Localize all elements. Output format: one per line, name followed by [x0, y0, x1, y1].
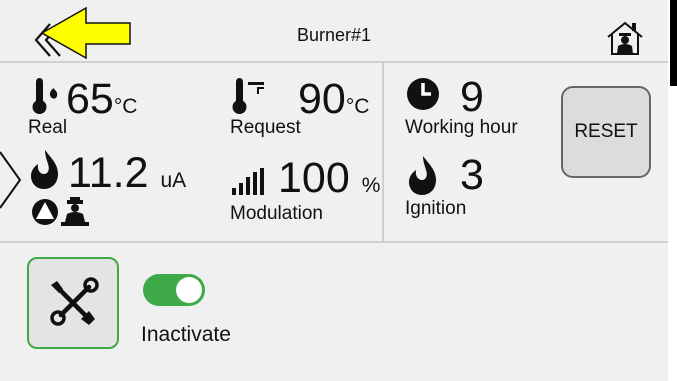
side-chevron-icon — [0, 150, 22, 215]
modulation-unit: % — [361, 174, 381, 197]
modulation-value: 100 % — [278, 157, 380, 200]
request-temp-number: 90 — [298, 75, 346, 123]
request-label: Request — [230, 117, 301, 138]
ignition-value: 3 — [460, 151, 484, 199]
signal-bars-icon — [230, 168, 266, 201]
thermometer-radiator-icon — [230, 76, 270, 121]
home-chimney-sweep-icon[interactable] — [606, 20, 644, 61]
stats-divider — [382, 62, 384, 242]
chimney-sweep-icon — [61, 196, 89, 233]
edge-marker — [670, 0, 677, 86]
flame-current-value: 11.2 uA — [68, 152, 186, 195]
reset-button[interactable]: RESET — [561, 86, 651, 178]
modulation-label: Modulation — [230, 203, 323, 224]
real-label: Real — [28, 117, 68, 138]
real-temp-unit: °C — [113, 95, 138, 118]
working-hour-value: 9 — [460, 73, 484, 121]
toggle-knob — [176, 277, 202, 303]
tools-button[interactable] — [27, 257, 119, 349]
clock-icon — [405, 76, 441, 117]
flame-current-unit: uA — [160, 169, 187, 192]
flame-current-number: 11.2 — [68, 149, 149, 197]
section-divider — [0, 241, 668, 243]
wrench-screwdriver-icon — [50, 277, 99, 326]
working-hour-label: Working hour — [405, 117, 518, 138]
real-temp-value: 65°C — [66, 78, 137, 121]
thermometer-flame-icon — [30, 76, 66, 121]
pump-icon — [30, 197, 60, 232]
ignition-flame-icon — [406, 154, 438, 201]
request-temp-unit: °C — [345, 95, 370, 118]
ignition-label: Ignition — [405, 198, 467, 219]
burner-screen: Burner#1 65°C Real 90°C Request 11.2 uA … — [0, 0, 668, 381]
inactivate-label: Inactivate — [141, 323, 231, 346]
request-temp-value: 90°C — [298, 78, 369, 121]
real-temp-number: 65 — [66, 75, 114, 123]
modulation-number: 100 — [278, 154, 350, 202]
flame-icon — [28, 148, 60, 195]
inactivate-toggle[interactable] — [143, 274, 205, 306]
page-title: Burner#1 — [296, 25, 372, 45]
header-divider — [0, 61, 668, 63]
